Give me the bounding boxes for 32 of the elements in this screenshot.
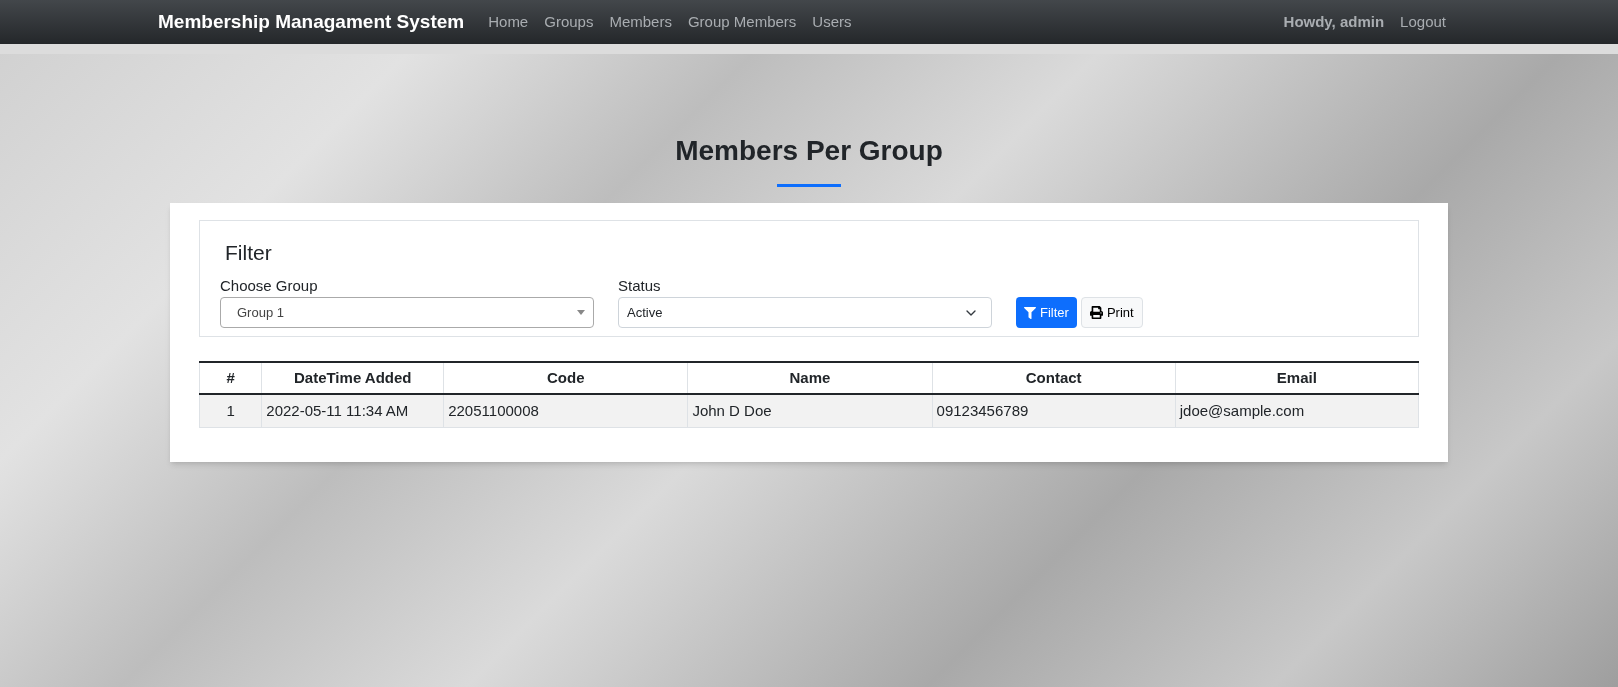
column-header: DateTime Added	[261, 362, 444, 394]
print-button[interactable]: Print	[1080, 297, 1143, 328]
page-title: Members Per Group	[675, 134, 943, 168]
group-select[interactable]: Group 1	[220, 297, 594, 328]
title-underline	[777, 184, 841, 187]
table-cell: John D Doe	[687, 394, 933, 427]
table-cell: 22051100008	[443, 394, 688, 427]
caret-icon	[577, 310, 585, 315]
column-header: Code	[443, 362, 688, 394]
printer-icon	[1089, 306, 1103, 319]
column-header: Email	[1175, 362, 1419, 394]
nav-link[interactable]: Users	[812, 10, 852, 34]
field-label: Status	[618, 275, 662, 296]
filter-title: Filter	[224, 240, 273, 266]
column-header: Name	[687, 362, 933, 394]
filter-button[interactable]: Filter	[1016, 297, 1077, 328]
logout-link[interactable]: Logout	[1400, 10, 1446, 34]
table-cell: 09123456789	[932, 394, 1176, 427]
table-cell: 2022-05-11 11:34 AM	[261, 394, 444, 427]
nav-link[interactable]: Members	[609, 10, 672, 34]
brand-title[interactable]: Membership Managament System	[158, 7, 465, 37]
column-header: Contact	[932, 362, 1176, 394]
field-label: Choose Group	[220, 275, 319, 296]
nav-link[interactable]: Groups	[544, 10, 594, 34]
nav-link[interactable]: Group Members	[687, 10, 797, 34]
table-cell: 1	[199, 394, 262, 427]
status-select[interactable]: Active	[618, 297, 992, 328]
table-cell: jdoe@sample.com	[1175, 394, 1419, 427]
column-header: #	[199, 362, 262, 394]
greeting-text: Howdy, admin	[1283, 11, 1385, 32]
nav-link[interactable]: Home	[488, 10, 529, 34]
filter-icon	[1024, 306, 1036, 319]
